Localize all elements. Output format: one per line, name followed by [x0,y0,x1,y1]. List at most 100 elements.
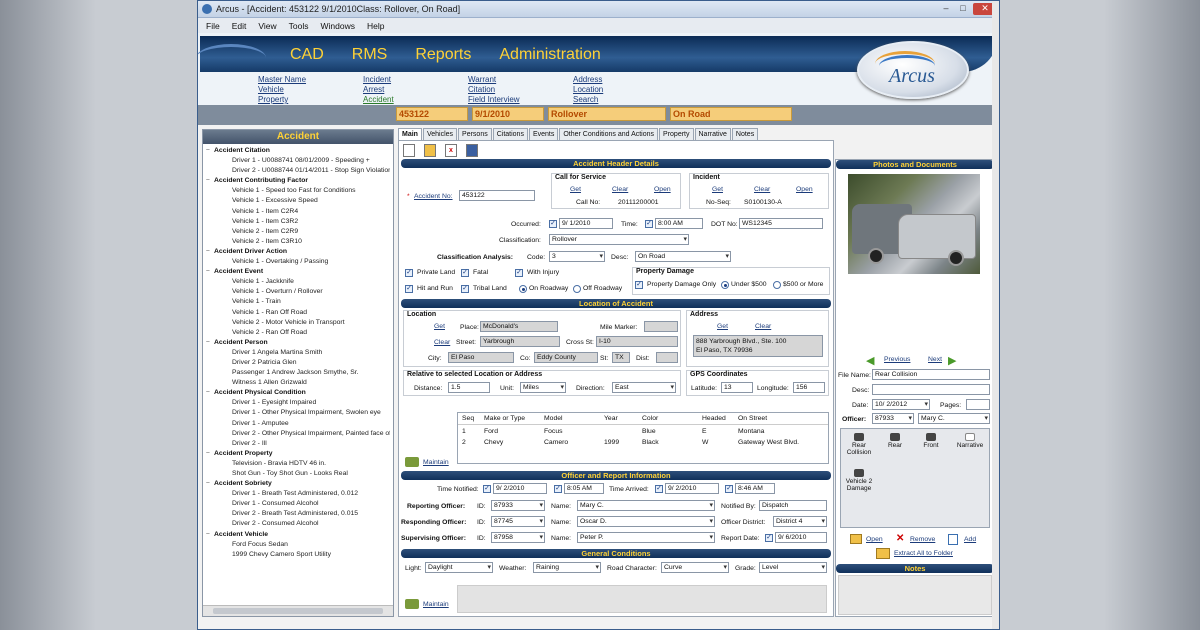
direction-select[interactable]: East [612,382,676,393]
longitude-input[interactable]: 156 [793,382,825,393]
link-search[interactable]: Search [573,95,678,105]
vehicles-maintain-link[interactable]: Maintain [423,459,449,466]
loc-clear-link[interactable]: Clear [434,339,450,346]
loc-get-link[interactable]: Get [434,323,445,330]
link-address[interactable]: Address [573,75,678,85]
sup-name-select[interactable]: Peter P. [577,532,715,543]
tree-category[interactable]: Accident Event [206,267,390,277]
time-input[interactable]: 8:00 AM [655,218,703,229]
tn-time[interactable]: 8:05 AM [564,483,604,494]
link-vehicle[interactable]: Vehicle [258,85,363,95]
tree-item[interactable]: Vehicle 1 - Overturn / Rollover [206,287,390,297]
tn-date[interactable]: 9/ 2/2010 [493,483,547,494]
menu-file[interactable]: File [206,21,220,31]
thumb-vehicle-2-damage[interactable]: Vehicle 2 Damage [843,469,875,492]
remove-icon[interactable]: ✕ [896,533,904,544]
thumb-narrative[interactable]: Narrative [951,433,989,449]
occurred-date[interactable]: 9/ 1/2010 [559,218,613,229]
tree-item[interactable]: Shot Gun - Toy Shot Gun - Looks Real [206,469,390,479]
tree-item[interactable]: 1999 Chevy Camero Sport Utility [206,550,390,560]
latitude-input[interactable]: 13 [721,382,753,393]
add-document-link[interactable]: Add [964,536,976,543]
tree-item[interactable]: Vehicle 1 - Excessive Speed [206,196,390,206]
conditions-list[interactable] [457,585,827,613]
cfs-clear-link[interactable]: Clear [600,186,628,193]
road-character-select[interactable]: Curve [661,562,729,573]
menu-view[interactable]: View [258,21,276,31]
inc-open-link[interactable]: Open [784,186,813,193]
tree-item[interactable]: Vehicle 1 - Train [206,297,390,307]
time-check[interactable]: ✓ [645,220,653,228]
tree-item[interactable]: Driver 2 Patricia Glen [206,358,390,368]
photo-officer-name[interactable]: Mary C. [918,413,990,424]
over-500-radio[interactable] [773,281,781,289]
link-master-name[interactable]: Master Name [258,75,363,85]
tree-category[interactable]: Accident Driver Action [206,247,390,257]
table-row[interactable]: 2 Chevy Camero 1999 Black W Gateway West Blvd. [458,439,828,449]
link-accident[interactable]: Accident [363,95,468,105]
sup-id-select[interactable]: 87958 [491,532,545,543]
rep-id-select[interactable]: 87933 [491,500,545,511]
photo-officer-id[interactable]: 87933 [872,413,914,424]
tree-item[interactable]: Driver 1 - Breath Test Administered, 0.0… [206,489,390,499]
link-incident[interactable]: Incident [363,75,468,85]
tree-item[interactable]: Driver 1 - Amputee [206,419,390,429]
nav-cad[interactable]: CAD [290,46,324,64]
tab-citations[interactable]: Citations [492,128,528,140]
notes-area[interactable] [838,575,992,615]
fatal-check[interactable]: ✓ [461,269,469,277]
resp-id-select[interactable]: 87745 [491,516,545,527]
conditions-maintain-link[interactable]: Maintain [423,601,449,608]
tree-item[interactable]: Driver 2 - Breath Test Administered, 0.0… [206,509,390,519]
officer-district-select[interactable]: District 4 [773,516,827,527]
link-field-interview[interactable]: Field Interview [468,95,573,105]
inc-clear-link[interactable]: Clear [742,186,770,193]
tree-category[interactable]: Accident Person [206,338,390,348]
previous-link[interactable]: Previous [884,356,910,363]
desc-select[interactable]: On Road [635,251,731,262]
tree-item[interactable]: Driver 2 - Ill [206,439,390,449]
under-500-radio[interactable] [721,281,729,289]
code-select[interactable]: 3 [549,251,605,262]
inc-get-link[interactable]: Get [700,186,723,193]
tree-category[interactable]: Accident Physical Condition [206,388,390,398]
grade-select[interactable]: Level [759,562,827,573]
pages-input[interactable] [966,399,990,410]
thumb-rear[interactable]: Rear [879,433,911,449]
weather-select[interactable]: Raining [533,562,601,573]
dot-input[interactable]: WS12345 [739,218,823,229]
tree-item[interactable]: Vehicle 1 - Item C3R2 [206,217,390,227]
horizontal-scrollbar[interactable] [203,605,393,616]
link-warrant[interactable]: Warrant [468,75,573,85]
tree-item[interactable]: Driver 1 - Eyesight Impaired [206,398,390,408]
tree-item[interactable]: Ford Focus Sedan [206,540,390,550]
tree-category[interactable]: Accident Property [206,449,390,459]
tab-other-conditions[interactable]: Other Conditions and Actions [559,128,659,140]
tree-item[interactable]: Vehicle 1 - Jackknife [206,277,390,287]
tree-item[interactable]: Driver 2 - Other Physical Impairment, Pa… [206,429,390,439]
place-input[interactable]: McDonald's [480,321,558,332]
distance-input[interactable]: 1.5 [448,382,490,393]
link-property[interactable]: Property [258,95,363,105]
tab-narrative[interactable]: Narrative [694,128,731,140]
table-row[interactable]: 1 Ford Focus Blue E Montana [458,428,828,438]
tab-notes[interactable]: Notes [731,128,759,140]
ta-date[interactable]: 9/ 2/2010 [665,483,719,494]
report-date-check[interactable]: ✓ [765,534,773,542]
tribal-land-check[interactable]: ✓ [461,285,469,293]
tree-item[interactable]: Vehicle 2 - Motor Vehicle in Transport [206,318,390,328]
ta-time-check[interactable]: ✓ [725,485,733,493]
addr-clear-link[interactable]: Clear [755,323,771,330]
tree-item[interactable]: Vehicle 1 - Item C2R4 [206,207,390,217]
link-citation[interactable]: Citation [468,85,573,95]
tree-item[interactable]: Television - Bravia HDTV 46 in. [206,459,390,469]
window-scrollbar[interactable] [992,1,999,629]
ta-time[interactable]: 8:46 AM [735,483,775,494]
extract-folder-icon[interactable] [876,548,890,559]
open-folder-icon[interactable] [424,143,436,157]
private-land-check[interactable]: ✓ [405,269,413,277]
extract-all-link[interactable]: Extract All to Folder [894,550,953,557]
light-select[interactable]: Daylight [425,562,493,573]
file-name-input[interactable]: Rear Collision [872,369,990,380]
tree-item[interactable]: Vehicle 1 - Overtaking / Passing [206,257,390,267]
